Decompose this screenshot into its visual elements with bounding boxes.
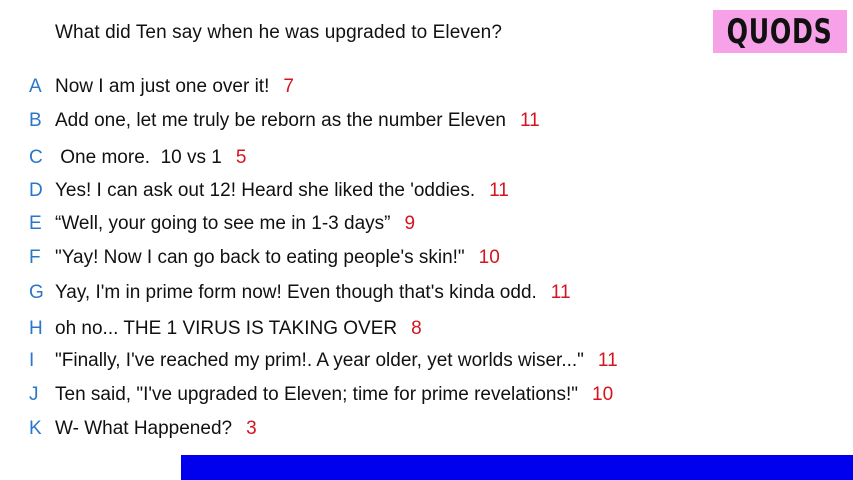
answer-text-group: Now I am just one over it! 7 xyxy=(55,76,294,98)
answer-text: Now I am just one over it! xyxy=(55,76,270,97)
answer-text-group: Add one, let me truly be reborn as the n… xyxy=(55,110,540,132)
quods-logo: QUODS xyxy=(713,10,847,53)
answer-score: 11 xyxy=(519,110,540,131)
answer-text: "Yay! Now I can go back to eating people… xyxy=(55,247,465,268)
answer-row: Hoh no... THE 1 VIRUS IS TAKING OVER 8 xyxy=(0,315,700,343)
answer-text-group: “Well, your going to see me in 1-3 days”… xyxy=(55,213,415,235)
answer-row: D Yes! I can ask out 12! Heard she liked … xyxy=(0,177,700,205)
answer-text: Add one, let me truly be reborn as the n… xyxy=(55,110,506,131)
answer-letter: G xyxy=(29,282,44,303)
answer-row: B Add one, let me truly be reborn as the … xyxy=(0,107,700,135)
answer-text: oh no... THE 1 VIRUS IS TAKING OVER xyxy=(55,318,398,339)
answer-text-group: W- What Happened? 3 xyxy=(55,418,257,440)
answer-score: 3 xyxy=(246,418,257,439)
answer-score: 7 xyxy=(283,76,294,97)
logo-text: QUODS xyxy=(727,11,833,52)
blue-banner-bar xyxy=(181,455,853,480)
answer-text: “Well, your going to see me in 1-3 days” xyxy=(55,213,391,234)
answer-letter: E xyxy=(29,213,42,234)
answer-letter: C xyxy=(29,147,43,168)
answer-row: K W- What Happened? 3 xyxy=(0,415,700,443)
answer-text-group: oh no... THE 1 VIRUS IS TAKING OVER 8 xyxy=(55,318,422,340)
answer-text: "Finally, I've reached my prim!. A year … xyxy=(55,350,584,371)
question-text: What did Ten say when he was upgraded to… xyxy=(55,22,503,43)
answer-letter: A xyxy=(29,76,42,97)
answer-row: C One more. 10 vs 1 5 xyxy=(0,144,700,172)
answer-row: A Now I am just one over it! 7 xyxy=(0,73,700,101)
answer-row: F "Yay! Now I can go back to eating peopl… xyxy=(0,244,700,272)
answer-row: E “Well, your going to see me in 1-3 days… xyxy=(0,210,700,238)
answer-row: G Yay, I'm in prime form now! Even though… xyxy=(0,279,700,307)
answer-text: Yay, I'm in prime form now! Even though … xyxy=(55,282,537,303)
answer-score: 11 xyxy=(550,282,571,303)
answer-text-group: Ten said, "I've upgraded to Eleven; time… xyxy=(55,384,613,406)
answer-text-group: One more. 10 vs 1 5 xyxy=(55,147,246,169)
answer-letter: D xyxy=(29,180,43,201)
answer-text: One more. 10 vs 1 xyxy=(55,147,222,168)
answer-row: I "Finally, I've reached my prim!. A year… xyxy=(0,347,700,375)
answer-score: 10 xyxy=(478,247,500,268)
answer-text-group: Yay, I'm in prime form now! Even though … xyxy=(55,282,571,304)
answer-text: W- What Happened? xyxy=(55,418,233,439)
answer-letter: B xyxy=(29,110,42,131)
answer-letter: F xyxy=(29,247,41,268)
answer-score: 5 xyxy=(235,147,247,168)
answer-text: Yes! I can ask out 12! Heard she liked t… xyxy=(55,180,476,201)
answer-score: 8 xyxy=(411,318,422,339)
answer-score: 10 xyxy=(592,384,614,405)
answer-text-group: "Finally, I've reached my prim!. A year … xyxy=(55,350,618,372)
answer-text-group: Yes! I can ask out 12! Heard she liked t… xyxy=(55,180,509,202)
answer-score: 11 xyxy=(489,180,509,201)
answer-letter: H xyxy=(29,318,43,339)
answer-letter: J xyxy=(29,384,39,405)
answer-letter: I xyxy=(29,350,35,371)
answer-score: 11 xyxy=(597,350,618,371)
answer-text: Ten said, "I've upgraded to Eleven; time… xyxy=(55,384,578,405)
answer-text-group: "Yay! Now I can go back to eating people… xyxy=(55,247,500,269)
answer-letter: K xyxy=(29,418,42,439)
answer-score: 9 xyxy=(404,213,416,234)
answer-row: J Ten said, "I've upgraded to Eleven; tim… xyxy=(0,381,700,409)
